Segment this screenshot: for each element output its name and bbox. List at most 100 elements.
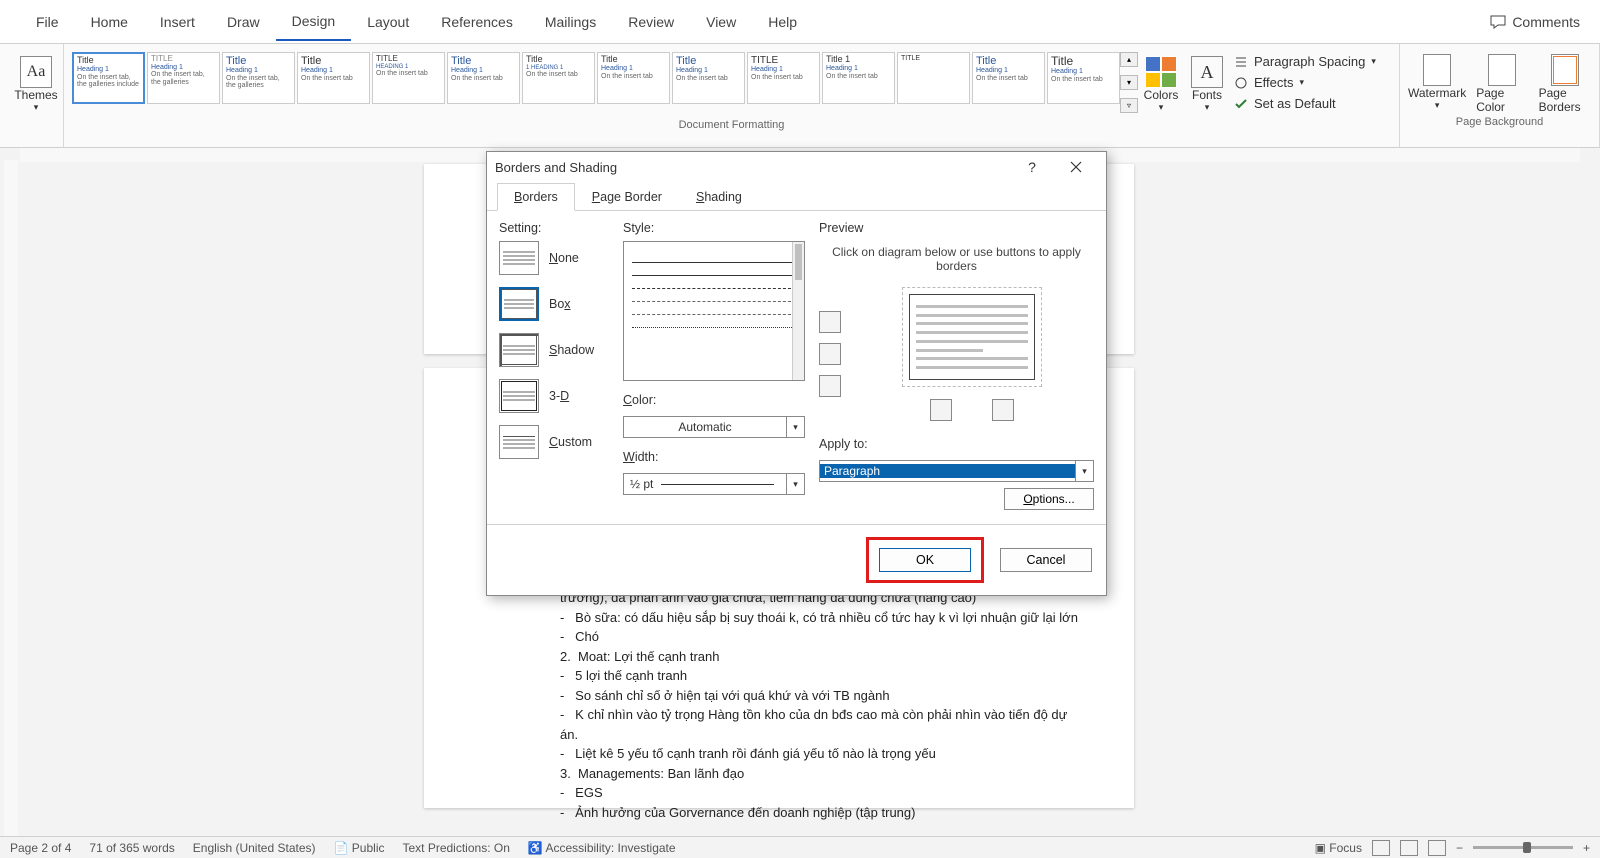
tab-design[interactable]: Design [276,3,352,41]
style-set-11[interactable]: Title 1Heading 1On the insert tab [822,52,895,104]
style-set-9[interactable]: TitleHeading 1On the insert tab [672,52,745,104]
tab-view[interactable]: View [690,4,752,40]
gallery-spinner[interactable]: ▴ ▾ ▿ [1120,48,1138,117]
style-set-7[interactable]: Title1 HEADING 1On the insert tab [522,52,595,104]
focus-button[interactable]: ▣ Focus [1315,841,1362,855]
tab-file[interactable]: File [20,4,75,40]
dialog-help-button[interactable]: ? [1010,153,1054,181]
cancel-button[interactable]: Cancel [1000,548,1092,572]
style-set-1[interactable]: TitleHeading 1On the insert tab, the gal… [72,52,145,104]
status-words[interactable]: 71 of 365 words [89,841,174,855]
watermark-button[interactable]: Watermark ▾ [1408,54,1466,114]
dialog-tab-borders[interactable]: Borders [497,183,575,211]
vertical-ruler[interactable] [4,160,18,836]
border-right-button[interactable] [992,399,1014,421]
colors-label: Colors [1144,88,1179,102]
comments-button[interactable]: Comments [1490,14,1580,30]
gallery-more-icon[interactable]: ▿ [1120,98,1138,113]
dialog-tabs: Borders Page Border Shading [487,182,1106,211]
gallery-up-icon[interactable]: ▴ [1120,52,1138,67]
dialog-tab-page-border[interactable]: Page Border [575,183,679,211]
preview-diagram[interactable] [902,287,1042,387]
style-set-13[interactable]: TitleHeading 1On the insert tab [972,52,1045,104]
set-default-label: Set as Default [1254,96,1336,111]
tab-home[interactable]: Home [75,4,144,40]
colors-button[interactable]: Colors ▾ [1138,48,1184,117]
style-set-4[interactable]: TitleHeading 1On the insert tab [297,52,370,104]
style-set-6[interactable]: TitleHeading 1On the insert tab [447,52,520,104]
style-set-8[interactable]: TitleHeading 1On the insert tab [597,52,670,104]
page-borders-icon [1551,54,1579,86]
zoom-slider[interactable] [1473,846,1573,849]
status-language[interactable]: English (United States) [193,841,316,855]
comments-label: Comments [1512,14,1580,30]
doc-line: - Bò sữa: có dấu hiệu sắp bị suy thoái k… [560,608,1078,628]
style-gallery[interactable]: TitleHeading 1On the insert tab, the gal… [72,48,1120,117]
effects-button[interactable]: Effects ▾ [1234,75,1376,90]
fonts-button[interactable]: A Fonts ▾ [1184,48,1230,117]
style-set-12[interactable]: TITLE [897,52,970,104]
dialog-tab-shading[interactable]: Shading [679,183,759,211]
color-label: Color: [623,393,805,407]
border-left-button[interactable] [930,399,952,421]
status-public[interactable]: 📄 Public [334,841,385,855]
tab-draw[interactable]: Draw [211,4,276,40]
web-layout-view-icon[interactable] [1428,840,1446,856]
chevron-down-icon[interactable]: ▾ [1075,461,1093,481]
zoom-out-button[interactable]: − [1456,841,1463,855]
chevron-down-icon[interactable]: ▾ [786,474,804,494]
page-borders-button[interactable]: Page Borders [1539,54,1591,114]
status-predictions[interactable]: Text Predictions: On [402,841,509,855]
ok-button[interactable]: OK [879,548,971,572]
status-page[interactable]: Page 2 of 4 [10,841,71,855]
tab-references[interactable]: References [425,4,529,40]
status-accessibility[interactable]: ♿ Accessibility: Investigate [528,841,676,855]
dialog-titlebar[interactable]: Borders and Shading ? [487,152,1106,182]
shadow-icon [499,333,539,367]
color-combo[interactable]: Automatic ▾ [623,416,805,438]
tab-mailings[interactable]: Mailings [529,4,612,40]
setting-column: Setting: None Box Shadow 3-D Custom [499,221,609,510]
style-set-10[interactable]: TITLEHeading 1On the insert tab [747,52,820,104]
chevron-down-icon[interactable]: ▾ [786,417,804,437]
style-label: Style: [623,221,805,235]
preview-description: Click on diagram below or use buttons to… [819,245,1094,273]
chevron-down-icon: ▾ [1159,102,1164,113]
paragraph-spacing-button[interactable]: Paragraph Spacing ▾ [1234,54,1376,69]
tab-help[interactable]: Help [752,4,813,40]
tab-layout[interactable]: Layout [351,4,425,40]
chevron-down-icon: ▾ [1205,102,1210,113]
options-button[interactable]: Options... [1004,488,1094,510]
style-scrollbar[interactable] [792,242,804,380]
setting-3d[interactable]: 3-D [499,379,609,413]
themes-button[interactable]: Themes ▾ [8,48,64,113]
read-mode-view-icon[interactable] [1400,840,1418,856]
style-set-2[interactable]: TITLEHeading 1On the insert tab, the gal… [147,52,220,104]
page-color-button[interactable]: Page Color [1476,54,1528,114]
tab-insert[interactable]: Insert [144,4,211,40]
setting-box[interactable]: Box [499,287,609,321]
set-default-button[interactable]: Set as Default [1234,96,1376,111]
setting-shadow[interactable]: Shadow [499,333,609,367]
setting-custom[interactable]: Custom [499,425,609,459]
style-listbox[interactable] [623,241,805,381]
border-middle-button[interactable] [819,343,841,365]
style-column: Style: Color: Automatic ▾ Width: ½ pt ▾ [623,221,805,510]
apply-to-combo[interactable]: Paragraph ▾ [819,460,1094,482]
zoom-in-button[interactable]: + [1583,841,1590,855]
gallery-down-icon[interactable]: ▾ [1120,75,1138,90]
dialog-close-button[interactable] [1054,153,1098,181]
threeD-icon [499,379,539,413]
border-top-button[interactable] [819,311,841,333]
setting-none[interactable]: None [499,241,609,275]
fonts-icon: A [1191,56,1223,88]
border-bottom-button[interactable] [819,375,841,397]
style-set-14[interactable]: TitleHeading 1On the insert tab [1047,52,1120,104]
tab-review[interactable]: Review [612,4,690,40]
style-set-3[interactable]: TitleHeading 1On the insert tab, the gal… [222,52,295,104]
paragraph-spacing-icon [1234,55,1248,69]
status-bar: Page 2 of 4 71 of 365 words English (Uni… [0,836,1600,858]
width-combo[interactable]: ½ pt ▾ [623,473,805,495]
print-layout-view-icon[interactable] [1372,840,1390,856]
style-set-5[interactable]: TITLEHEADING 1On the insert tab [372,52,445,104]
